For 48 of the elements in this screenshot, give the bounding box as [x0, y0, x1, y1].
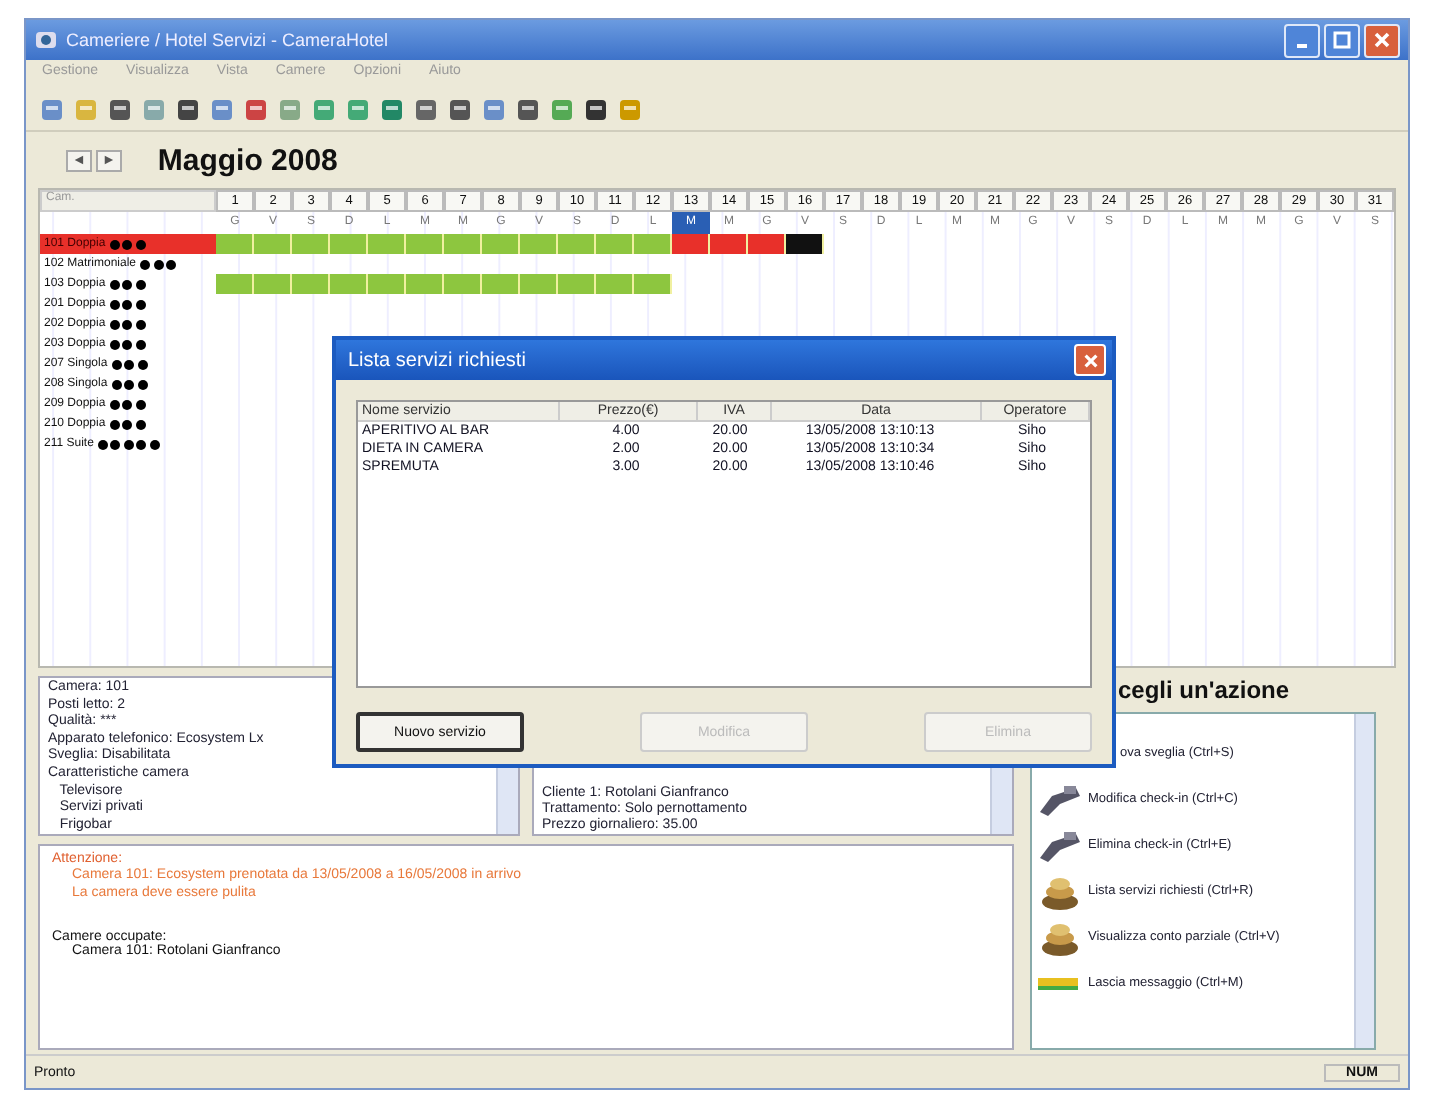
maximize-button[interactable] [1324, 23, 1360, 57]
toolbar-icon[interactable] [446, 96, 474, 124]
toolbar-icon[interactable] [174, 96, 202, 124]
minimize-icon [1296, 44, 1308, 48]
booking-cell[interactable] [596, 234, 634, 254]
booking-cell[interactable] [254, 234, 292, 254]
toolbar-icon[interactable] [412, 96, 440, 124]
booking-cell[interactable] [444, 274, 482, 294]
booking-cell[interactable] [482, 274, 520, 294]
actions-title: cegli un'azione [1116, 676, 1292, 708]
maximize-icon [1332, 30, 1352, 50]
scrollbar[interactable] [1354, 713, 1374, 1048]
app-icon [34, 28, 58, 52]
toolbar-icon[interactable] [514, 96, 542, 124]
booking-cell[interactable] [216, 234, 254, 254]
booking-cell[interactable] [406, 274, 444, 294]
month-title: Maggio 2008 [157, 143, 338, 177]
booking-cell[interactable] [520, 234, 558, 254]
booking-cell[interactable] [292, 274, 330, 294]
booking-cell[interactable] [482, 234, 520, 254]
booking-cell[interactable] [292, 234, 330, 254]
minimize-button[interactable] [1284, 23, 1320, 57]
booking-cell[interactable] [558, 234, 596, 254]
booking-cell[interactable] [330, 234, 368, 254]
booking-cell[interactable] [634, 274, 672, 294]
booking-cell[interactable] [558, 274, 596, 294]
dialog-title: Lista servizi richiesti [348, 349, 526, 371]
close-button[interactable] [1364, 23, 1400, 57]
toolbar-icon[interactable] [106, 96, 134, 124]
note-icon[interactable] [1036, 975, 1084, 992]
booking-cell[interactable] [216, 274, 254, 294]
close-icon [1372, 30, 1392, 50]
toolbar-icon[interactable] [582, 96, 610, 124]
window-title: Cameriere / Hotel Servizi - CameraHotel [66, 30, 391, 50]
close-icon [1081, 351, 1099, 369]
booking-cell[interactable] [748, 234, 786, 254]
booking-cell[interactable] [406, 234, 444, 254]
booking-cell[interactable] [254, 274, 292, 294]
booking-cell[interactable] [596, 274, 634, 294]
booking-cell[interactable] [634, 234, 672, 254]
booking-cell[interactable] [710, 234, 748, 254]
booking-cell[interactable] [786, 234, 824, 254]
booking-cell[interactable] [444, 234, 482, 254]
booking-cell[interactable] [672, 234, 710, 254]
booking-cell[interactable] [330, 274, 368, 294]
booking-cell[interactable] [368, 274, 406, 294]
booking-cell[interactable] [520, 274, 558, 294]
booking-cell[interactable] [368, 234, 406, 254]
